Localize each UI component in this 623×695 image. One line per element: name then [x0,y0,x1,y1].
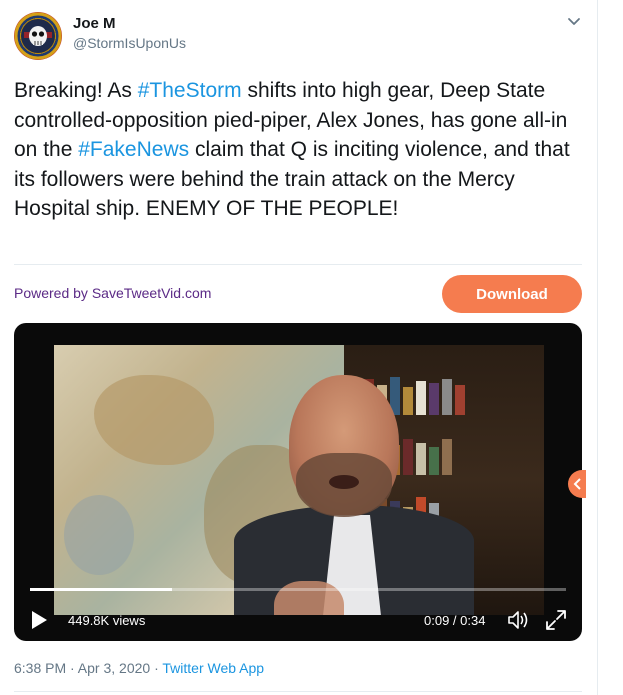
avatar[interactable] [14,12,62,60]
divider [14,264,582,265]
video-progress-bar[interactable] [30,588,566,591]
caret-down-icon[interactable] [565,12,583,30]
play-icon[interactable] [28,609,50,631]
hashtag-link[interactable]: #TheStorm [138,79,242,102]
hashtag-link[interactable]: #FakeNews [78,138,189,161]
timeline-border [597,0,598,695]
author-handle[interactable]: @StormIsUponUs [73,35,186,51]
tweet-text-segment: Breaking! As [14,79,138,102]
side-tab-arrow-icon[interactable] [568,470,586,498]
tweet-meta: 6:38 PM · Apr 3, 2020 · Twitter Web App [14,660,264,676]
divider [14,691,582,692]
video-time: 0:09 / 0:34 [424,613,486,628]
avatar-skull-logo [14,12,62,60]
view-count: 449.8K views [68,613,146,628]
fullscreen-icon[interactable] [544,608,568,632]
speaker-figure [234,375,474,615]
video-progress-fill [30,588,173,591]
tweet-timestamp[interactable]: 6:38 PM · Apr 3, 2020 · [14,660,162,676]
volume-icon[interactable] [506,609,530,631]
download-button[interactable]: Download [442,275,582,313]
author-name[interactable]: Joe M [73,15,116,32]
tweet-text: Breaking! As #TheStorm shifts into high … [14,76,586,224]
powered-by-link[interactable]: Powered by SaveTweetVid.com [14,285,211,301]
source-app-link[interactable]: Twitter Web App [162,660,264,676]
video-player[interactable]: 449.8K views 0:09 / 0:34 [14,323,582,641]
video-frame[interactable] [54,345,544,615]
